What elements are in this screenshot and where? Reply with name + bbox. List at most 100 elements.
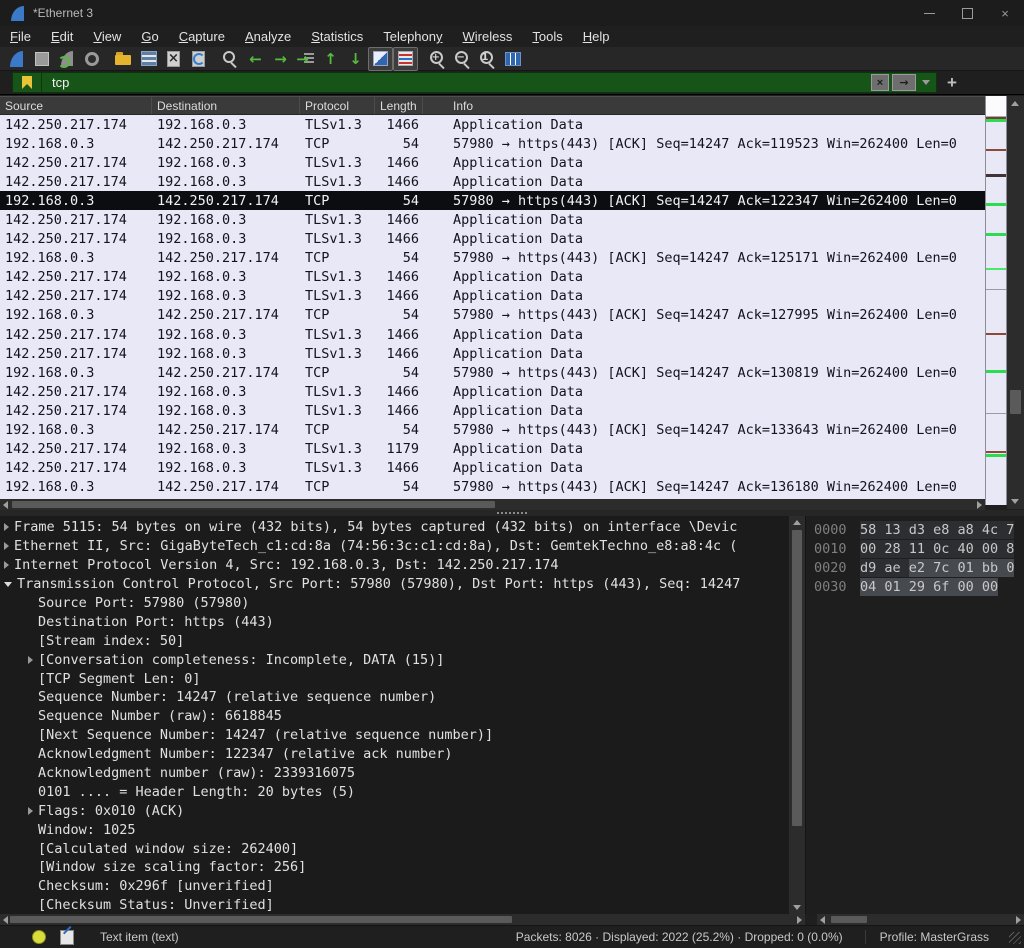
detail-line[interactable]: Ethernet II, Src: GigaByteTech_c1:cd:8a …: [0, 537, 789, 556]
minimize-button[interactable]: [910, 0, 948, 26]
close-file-button[interactable]: ×: [161, 47, 186, 71]
scroll-left-icon[interactable]: [3, 916, 8, 924]
scroll-down-icon[interactable]: [793, 905, 801, 910]
save-file-button[interactable]: [136, 47, 161, 71]
packet-row[interactable]: 142.250.217.174192.168.0.3TLSv1.31466App…: [0, 459, 985, 478]
go-back-button[interactable]: ←: [243, 47, 268, 71]
resize-columns-button[interactable]: [500, 47, 525, 71]
expander-collapsed-icon[interactable]: [28, 656, 33, 664]
zoom-reset-button[interactable]: 1: [475, 47, 500, 71]
packet-row[interactable]: 192.168.0.3142.250.217.174TCP5457980 → h…: [0, 134, 985, 153]
packet-list-hscrollbar[interactable]: [0, 499, 985, 510]
open-file-button[interactable]: [111, 47, 136, 71]
detail-line[interactable]: Acknowledgment number (raw): 2339316075: [0, 764, 789, 783]
packet-list-vscroll-thumb[interactable]: [1010, 390, 1021, 414]
packet-row[interactable]: 142.250.217.174192.168.0.3TLSv1.31466App…: [0, 172, 985, 191]
display-filter-input[interactable]: tcp × →: [12, 72, 937, 93]
expert-info-icon[interactable]: [32, 930, 46, 944]
packet-row[interactable]: 142.250.217.174192.168.0.3TLSv1.31466App…: [0, 325, 985, 344]
packet-row[interactable]: 142.250.217.174192.168.0.3TLSv1.31179App…: [0, 440, 985, 459]
menu-file[interactable]: File: [0, 27, 41, 46]
go-to-packet-button[interactable]: →: [293, 47, 318, 71]
packet-row[interactable]: 142.250.217.174192.168.0.3TLSv1.31466App…: [0, 344, 985, 363]
filter-apply-button[interactable]: →: [892, 74, 916, 91]
packet-row[interactable]: 142.250.217.174192.168.0.3TLSv1.31466App…: [0, 210, 985, 229]
scroll-right-icon[interactable]: [797, 916, 802, 924]
packet-list-hscroll-thumb[interactable]: [12, 501, 495, 508]
menu-statistics[interactable]: Statistics: [301, 27, 373, 46]
start-capture-button[interactable]: [4, 47, 29, 71]
colorize-button[interactable]: [368, 47, 393, 71]
detail-line[interactable]: Internet Protocol Version 4, Src: 192.16…: [0, 556, 789, 575]
packet-row[interactable]: 192.168.0.3142.250.217.174TCP5457980 → h…: [0, 191, 985, 210]
packet-row[interactable]: 192.168.0.3142.250.217.174TCP5457980 → h…: [0, 478, 985, 497]
close-button[interactable]: ×: [986, 0, 1024, 26]
packet-row[interactable]: 192.168.0.3142.250.217.174TCP5457980 → h…: [0, 249, 985, 268]
details-vscroll-thumb[interactable]: [792, 530, 802, 826]
packet-list-vscrollbar[interactable]: [1007, 96, 1024, 509]
packet-row[interactable]: 142.250.217.174192.168.0.3TLSv1.31466App…: [0, 287, 985, 306]
detail-line[interactable]: [Calculated window size: 262400]: [0, 839, 789, 858]
detail-line[interactable]: [TCP Segment Len: 0]: [0, 669, 789, 688]
zoom-out-button[interactable]: −: [450, 47, 475, 71]
hex-row[interactable]: 003004 01 29 6f 00 00: [806, 577, 1024, 596]
detail-line[interactable]: [Checksum Status: Unverified]: [0, 896, 789, 914]
stop-capture-button[interactable]: [29, 47, 54, 71]
resize-grip-icon[interactable]: [1009, 932, 1021, 944]
detail-line[interactable]: Destination Port: https (443): [0, 612, 789, 631]
menu-analyze[interactable]: Analyze: [235, 27, 301, 46]
scroll-right-icon[interactable]: [1016, 916, 1021, 924]
detail-line[interactable]: Checksum: 0x296f [unverified]: [0, 877, 789, 896]
menu-help[interactable]: Help: [573, 27, 620, 46]
find-packet-button[interactable]: [218, 47, 243, 71]
column-header-source[interactable]: Source: [0, 97, 152, 114]
detail-line[interactable]: [Next Sequence Number: 14247 (relative s…: [0, 726, 789, 745]
expander-collapsed-icon[interactable]: [4, 542, 9, 550]
detail-line[interactable]: [Window size scaling factor: 256]: [0, 858, 789, 877]
packet-row[interactable]: 192.168.0.3142.250.217.174TCP5457980 → h…: [0, 306, 985, 325]
packet-row[interactable]: 142.250.217.174192.168.0.3TLSv1.31466App…: [0, 268, 985, 287]
detail-line[interactable]: Frame 5115: 54 bytes on wire (432 bits),…: [0, 518, 789, 537]
detail-line[interactable]: Acknowledgment Number: 122347 (relative …: [0, 745, 789, 764]
scroll-left-icon[interactable]: [3, 501, 8, 509]
expander-expanded-icon[interactable]: [4, 582, 12, 587]
column-header-protocol[interactable]: Protocol: [300, 97, 375, 114]
hex-row[interactable]: 000058 13 d3 e8 a8 4c 7: [806, 520, 1024, 539]
scroll-left-icon[interactable]: [820, 916, 825, 924]
auto-scroll-button[interactable]: [393, 47, 418, 71]
packet-row[interactable]: 142.250.217.174192.168.0.3TLSv1.31466App…: [0, 153, 985, 172]
maximize-button[interactable]: [948, 0, 986, 26]
details-hscroll-thumb[interactable]: [10, 916, 512, 923]
menu-capture[interactable]: Capture: [169, 27, 235, 46]
expander-collapsed-icon[interactable]: [4, 523, 9, 531]
details-vscrollbar[interactable]: [789, 516, 805, 914]
menu-telephony[interactable]: Telephony: [373, 27, 452, 46]
capture-options-button[interactable]: [79, 47, 104, 71]
menu-tools[interactable]: Tools: [522, 27, 572, 46]
column-header-length[interactable]: Length: [375, 97, 423, 114]
column-header-info[interactable]: Info: [423, 97, 985, 114]
go-forward-button[interactable]: →: [268, 47, 293, 71]
details-hscrollbar[interactable]: [0, 914, 805, 925]
detail-line[interactable]: [Stream index: 50]: [0, 631, 789, 650]
detail-line[interactable]: Flags: 0x010 (ACK): [0, 801, 789, 820]
scroll-down-icon[interactable]: [1011, 499, 1019, 504]
go-last-button[interactable]: ↓: [343, 47, 368, 71]
detail-line[interactable]: 0101 .... = Header Length: 20 bytes (5): [0, 782, 789, 801]
detail-line[interactable]: Sequence Number (raw): 6618845: [0, 707, 789, 726]
hex-row[interactable]: 001000 28 11 0c 40 00 8: [806, 539, 1024, 558]
scroll-up-icon[interactable]: [793, 520, 801, 525]
status-profile[interactable]: Profile: MasterGrass: [865, 930, 989, 944]
menu-wireless[interactable]: Wireless: [453, 27, 523, 46]
packet-row[interactable]: 192.168.0.3142.250.217.174TCP5457980 → h…: [0, 421, 985, 440]
intelligent-scrollbar[interactable]: [985, 96, 1007, 505]
detail-line[interactable]: Window: 1025: [0, 820, 789, 839]
scroll-up-icon[interactable]: [1011, 101, 1019, 106]
expander-collapsed-icon[interactable]: [4, 561, 9, 569]
menu-view[interactable]: View: [83, 27, 131, 46]
menu-go[interactable]: Go: [131, 27, 168, 46]
hex-row[interactable]: 0020d9 ae e2 7c 01 bb 0: [806, 558, 1024, 577]
filter-clear-button[interactable]: ×: [871, 74, 889, 91]
scroll-right-icon[interactable]: [977, 501, 982, 509]
filter-bookmark-button[interactable]: [13, 73, 42, 92]
